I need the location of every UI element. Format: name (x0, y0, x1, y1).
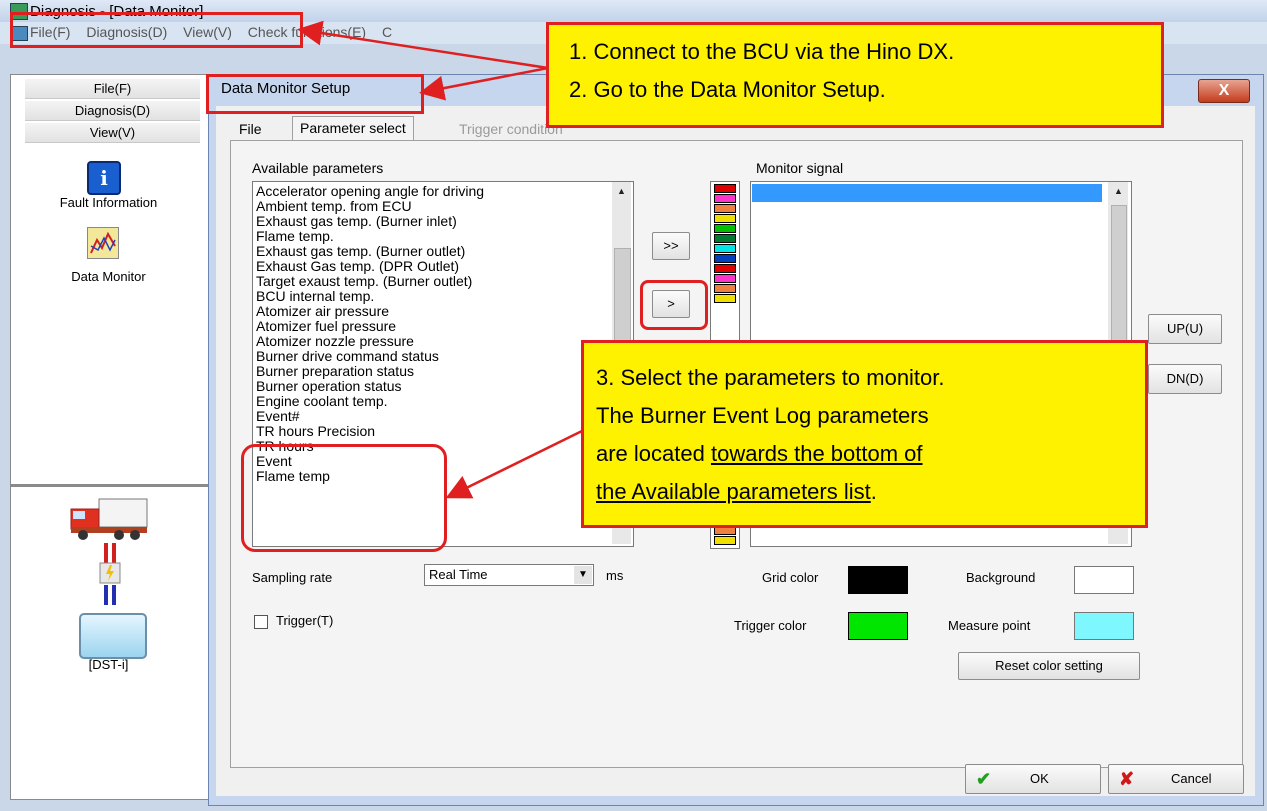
callout-step1-text: 1. Connect to the BCU via the Hino DX. (569, 39, 955, 64)
callout-step3-line4-a: the Available parameters list (596, 479, 871, 504)
callout-step-3: 3. Select the parameters to monitor. The… (581, 340, 1148, 528)
callout-step3-line3: are located towards the bottom of (596, 441, 923, 467)
callout-step3-line3-a: are located (596, 441, 711, 466)
callout-step3-line2: The Burner Event Log parameters (596, 403, 929, 428)
callout-step3-line4: the Available parameters list. (596, 479, 877, 505)
callout-step3-line1: 3. Select the parameters to monitor. (596, 365, 945, 390)
callout-steps-1-2: 1. Connect to the BCU via the Hino DX. 2… (546, 22, 1164, 128)
callout-step3-line4-b: . (870, 479, 877, 504)
callout-step3-line3-b: towards the bottom of (710, 441, 923, 466)
callout-step2-text: 2. Go to the Data Monitor Setup. (569, 77, 886, 102)
